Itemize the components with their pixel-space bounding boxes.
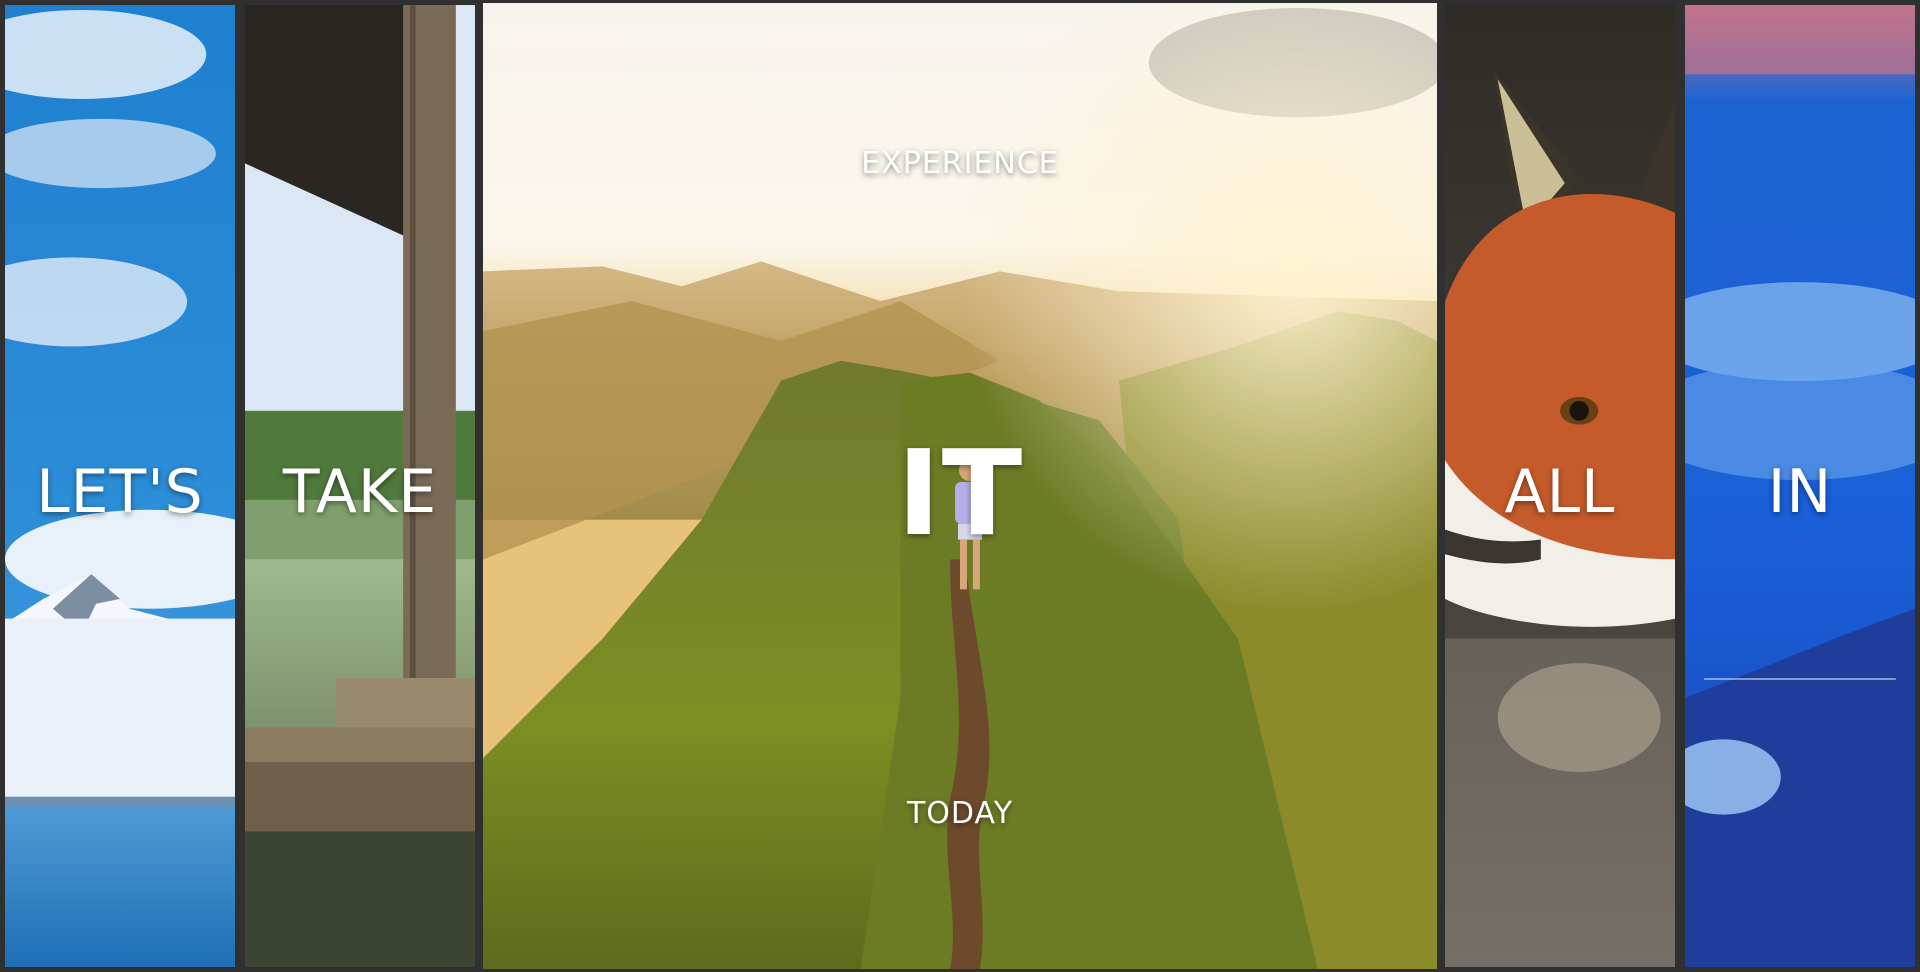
panel-take-cabin[interactable]: TAKE bbox=[240, 0, 480, 972]
word-all: ALL bbox=[1504, 457, 1616, 527]
panel-in-sky-clouds[interactable]: IN bbox=[1680, 0, 1920, 972]
panel-lets-mountain-lake[interactable]: LET'S bbox=[0, 0, 240, 972]
word-in: IN bbox=[1767, 457, 1833, 527]
text-experience: EXPERIENCE bbox=[861, 146, 1059, 181]
image-gallery: LET'S TAKE EXPERIENCE IT TODAY ALL IN bbox=[0, 0, 1920, 972]
word-it: IT bbox=[896, 424, 1024, 562]
word-lets: LET'S bbox=[36, 457, 204, 527]
panel-all-fox[interactable]: ALL bbox=[1440, 0, 1680, 972]
word-take: TAKE bbox=[282, 457, 438, 527]
text-today: TODAY bbox=[906, 796, 1014, 831]
panel-it-hiker-ridge[interactable]: EXPERIENCE IT TODAY bbox=[480, 0, 1440, 972]
